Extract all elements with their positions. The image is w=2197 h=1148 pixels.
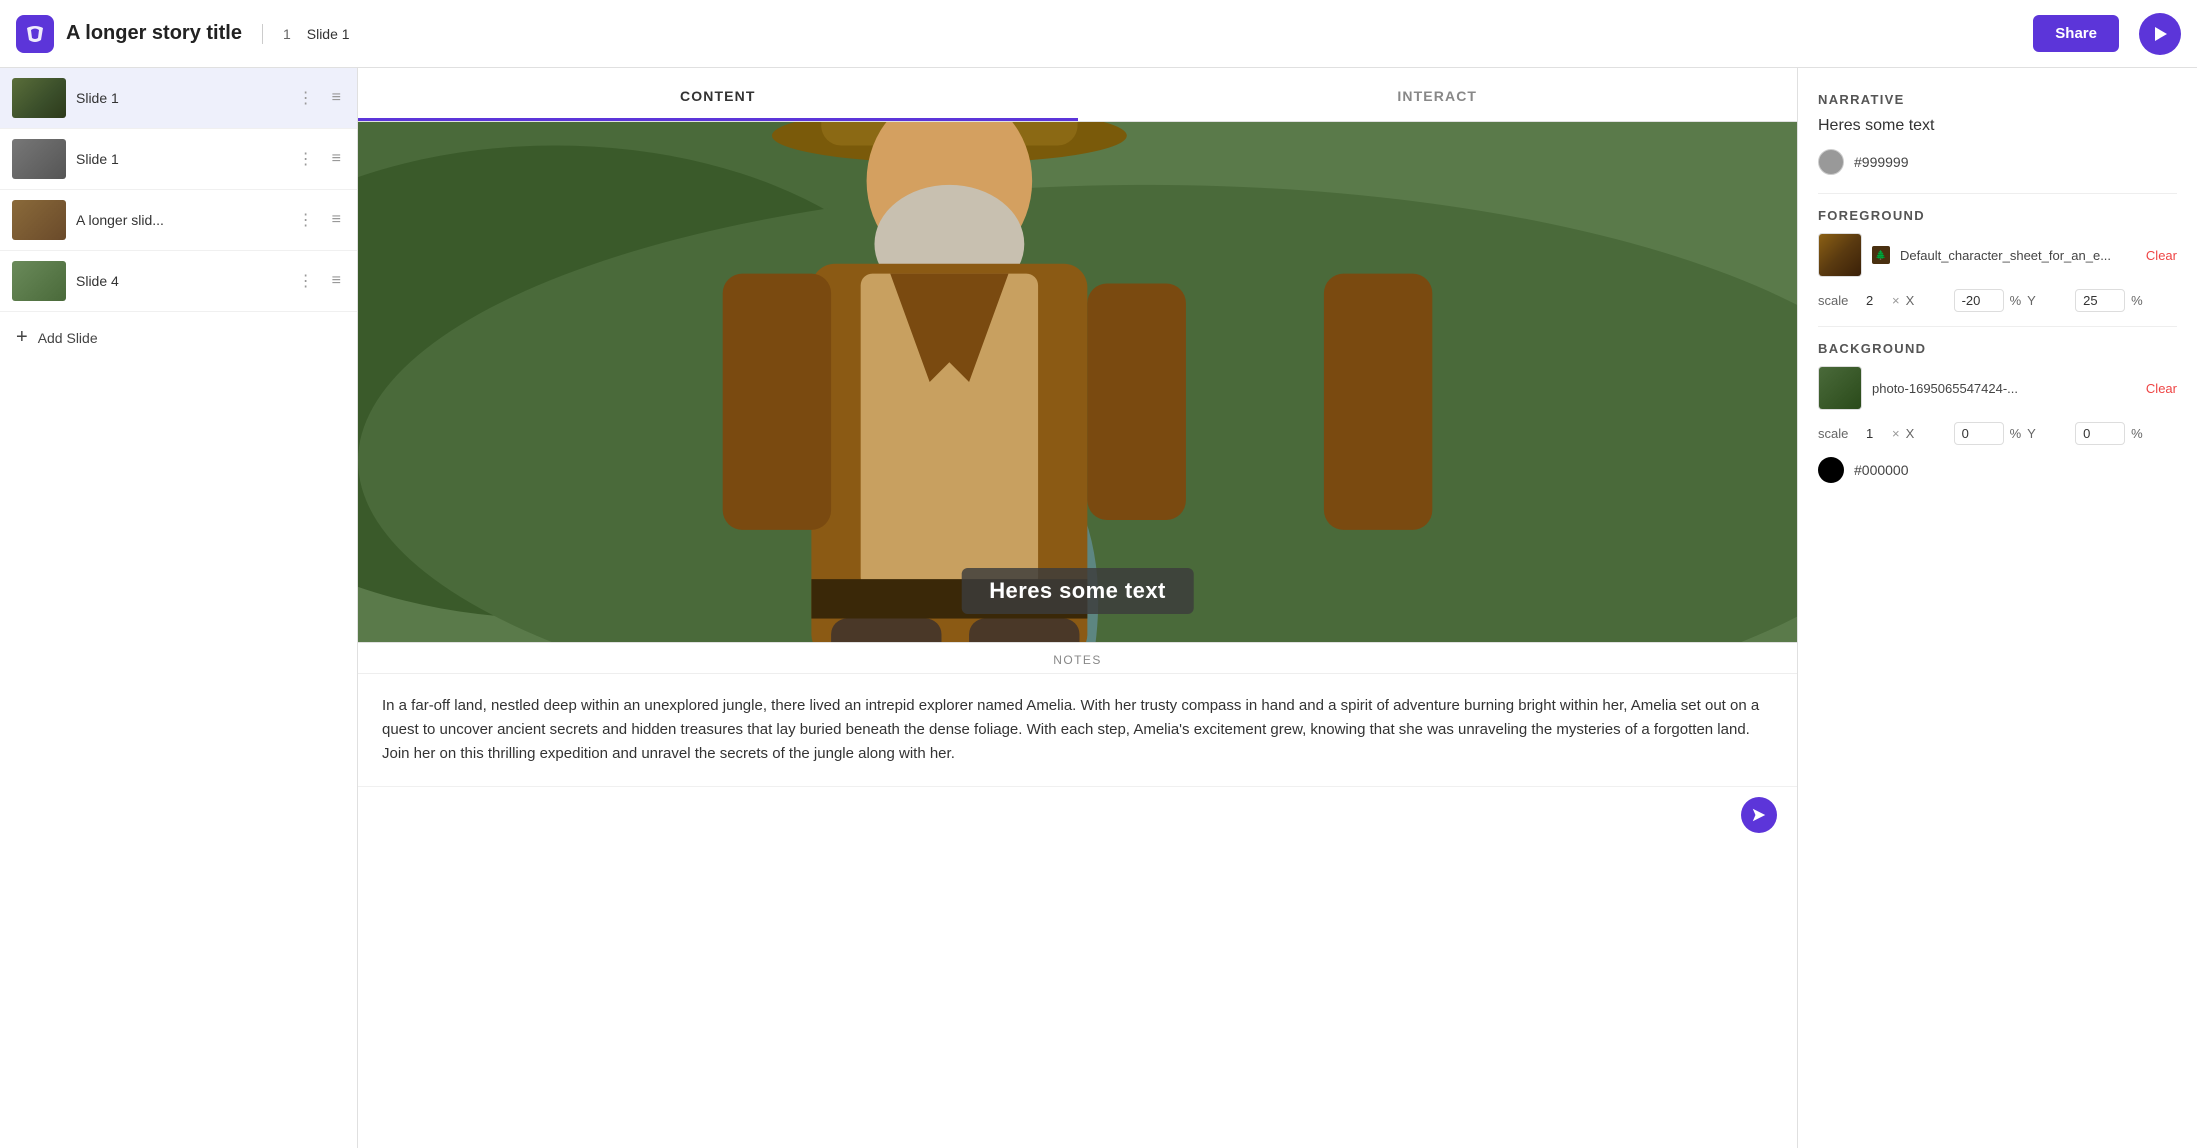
notes-body-text: In a far-off land, nestled deep within a… xyxy=(358,674,1797,786)
slide-preview: Heres some text xyxy=(358,122,1797,642)
slide-drag-icon-2[interactable]: ≡ xyxy=(328,148,345,170)
slide-text-overlay: Heres some text xyxy=(961,568,1194,614)
bg-x-input[interactable] xyxy=(1954,422,2004,445)
sidebar-item-longer[interactable]: A longer slid... ⋮ ≡ xyxy=(0,190,357,251)
bg-scale-label: scale xyxy=(1818,426,1860,441)
sidebar-item-slide-1-active[interactable]: Slide 1 ⋮ ≡ xyxy=(0,68,357,129)
play-button[interactable] xyxy=(2139,13,2181,55)
bg-scale-value: 1 xyxy=(1866,426,1886,441)
fg-scale-label: scale xyxy=(1818,293,1860,308)
sidebar-slide-name-1: Slide 1 xyxy=(76,90,284,106)
narrative-color-row: #999999 xyxy=(1818,149,2177,175)
background-asset-thumb xyxy=(1818,366,1862,410)
fg-y-label: Y xyxy=(2027,293,2069,308)
bg-color-value: #000000 xyxy=(1854,462,1909,478)
notes-footer xyxy=(358,786,1797,843)
fg-x-label: X xyxy=(1906,293,1948,308)
background-clear-button[interactable]: Clear xyxy=(2146,381,2177,396)
narrative-section-title: NARRATIVE xyxy=(1818,92,2177,107)
narrative-color-value: #999999 xyxy=(1854,154,1909,170)
bg-x-pct: % xyxy=(2010,426,2022,441)
slide-drag-icon-4[interactable]: ≡ xyxy=(328,270,345,292)
header-divider xyxy=(262,24,263,44)
fg-times-label: × xyxy=(1892,293,1900,308)
sidebar-slide-name-2: Slide 1 xyxy=(76,151,284,167)
background-section: BACKGROUND photo-1695065547424-... Clear… xyxy=(1818,341,2177,483)
app-header: A longer story title 1 Slide 1 Share xyxy=(0,0,2197,68)
foreground-scale-row: scale 2 × X % Y % xyxy=(1818,289,2177,312)
main-layout: Slide 1 ⋮ ≡ Slide 1 ⋮ ≡ A longer slid...… xyxy=(0,68,2197,1148)
bg-y-input[interactable] xyxy=(2075,422,2125,445)
tab-bar: CONTENT INTERACT xyxy=(358,68,1797,122)
foreground-section: FOREGROUND 🌲 Default_character_sheet_for… xyxy=(1818,208,2177,312)
slide-more-icon-3[interactable]: ⋮ xyxy=(294,208,318,232)
bg-x-label: X xyxy=(1906,426,1948,441)
sidebar: Slide 1 ⋮ ≡ Slide 1 ⋮ ≡ A longer slid...… xyxy=(0,68,358,1148)
fg-y-pct: % xyxy=(2131,293,2143,308)
plus-icon: + xyxy=(16,326,28,349)
foreground-clear-button[interactable]: Clear xyxy=(2146,248,2177,263)
foreground-asset-thumb xyxy=(1818,233,1862,277)
header-slide-num: 1 xyxy=(283,26,291,42)
fg-y-input[interactable] xyxy=(2075,289,2125,312)
divider-2 xyxy=(1818,326,2177,327)
background-asset-row: photo-1695065547424-... Clear xyxy=(1818,366,2177,410)
slide-more-icon-1[interactable]: ⋮ xyxy=(294,86,318,110)
foreground-section-title: FOREGROUND xyxy=(1818,208,2177,223)
background-asset-name: photo-1695065547424-... xyxy=(1872,381,2136,396)
add-slide-button[interactable]: + Add Slide xyxy=(0,312,357,363)
fg-x-input[interactable] xyxy=(1954,289,2004,312)
notes-send-button[interactable] xyxy=(1741,797,1777,833)
slide-thumb-3 xyxy=(12,200,66,240)
sidebar-slide-name-3: A longer slid... xyxy=(76,212,284,228)
sidebar-slide-name-4: Slide 4 xyxy=(76,273,284,289)
tab-interact[interactable]: INTERACT xyxy=(1078,68,1798,121)
sidebar-item-slide-1-b[interactable]: Slide 1 ⋮ ≡ xyxy=(0,129,357,190)
tab-content[interactable]: CONTENT xyxy=(358,68,1078,121)
slide-more-icon-2[interactable]: ⋮ xyxy=(294,147,318,171)
right-panel: NARRATIVE Heres some text #999999 FOREGR… xyxy=(1797,68,2197,1148)
header-slide-label: Slide 1 xyxy=(307,26,350,42)
bg-y-label: Y xyxy=(2027,426,2069,441)
app-title: A longer story title xyxy=(66,22,242,45)
slide-image: Heres some text xyxy=(358,122,1797,642)
content-area: CONTENT INTERACT xyxy=(358,68,1797,1148)
bg-color-row: #000000 xyxy=(1818,457,2177,483)
foreground-char-icon: 🌲 xyxy=(1872,246,1890,264)
background-section-title: BACKGROUND xyxy=(1818,341,2177,356)
notes-header-label: NOTES xyxy=(358,643,1797,674)
slide-thumb-1 xyxy=(12,78,66,118)
foreground-asset-name: Default_character_sheet_for_an_e... xyxy=(1900,248,2136,263)
slide-thumb-4 xyxy=(12,261,66,301)
slide-drag-icon-1[interactable]: ≡ xyxy=(328,87,345,109)
narrative-color-circle[interactable] xyxy=(1818,149,1844,175)
fg-scale-value: 2 xyxy=(1866,293,1886,308)
panel-scroll-content: NARRATIVE Heres some text #999999 FOREGR… xyxy=(1818,92,2177,513)
bg-times-label: × xyxy=(1892,426,1900,441)
sidebar-item-slide-4[interactable]: Slide 4 ⋮ ≡ xyxy=(0,251,357,312)
bg-color-circle[interactable] xyxy=(1818,457,1844,483)
notes-section: NOTES In a far-off land, nestled deep wi… xyxy=(358,642,1797,1148)
divider-1 xyxy=(1818,193,2177,194)
background-scale-row: scale 1 × X % Y % xyxy=(1818,422,2177,445)
bg-y-pct: % xyxy=(2131,426,2143,441)
app-logo xyxy=(16,15,54,53)
slide-more-icon-4[interactable]: ⋮ xyxy=(294,269,318,293)
narrative-text: Heres some text xyxy=(1818,117,2177,135)
slide-thumb-2 xyxy=(12,139,66,179)
foreground-asset-row: 🌲 Default_character_sheet_for_an_e... Cl… xyxy=(1818,233,2177,277)
add-slide-label: Add Slide xyxy=(38,330,98,346)
fg-x-pct: % xyxy=(2010,293,2022,308)
share-button[interactable]: Share xyxy=(2033,15,2119,52)
slide-drag-icon-3[interactable]: ≡ xyxy=(328,209,345,231)
